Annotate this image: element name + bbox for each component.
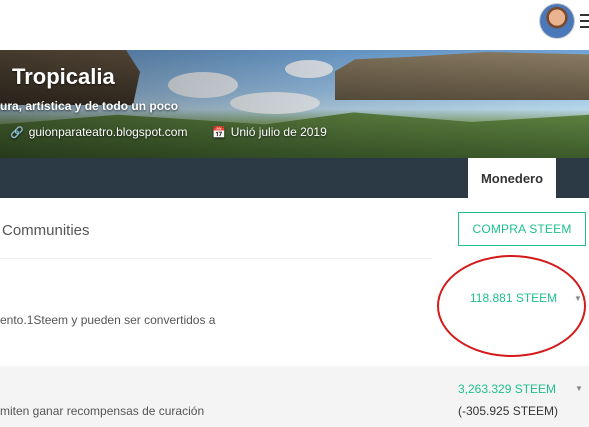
divider: [0, 258, 432, 259]
steem-power-description: miten ganar recompensas de curación: [0, 404, 205, 418]
profile-banner: Tropicalia ura, artística y de todo un p…: [0, 50, 589, 158]
profile-name: Tropicalia: [12, 64, 115, 89]
buy-steem-button[interactable]: COMPRA STEEM: [458, 212, 586, 246]
link-icon: 🔗: [10, 126, 24, 139]
profile-about: ura, artística y de todo un poco: [0, 99, 179, 113]
tab-wallet[interactable]: Monedero: [468, 158, 556, 198]
website-link[interactable]: guionparateatro.blogspot.com: [29, 125, 188, 139]
user-avatar[interactable]: [540, 4, 574, 38]
steem-power-delegated: (-305.925 STEEM): [458, 404, 559, 418]
profile-joined: 📅 Unió julio de 2019: [212, 125, 327, 139]
steem-description: ento.1Steem y pueden ser convertidos a: [0, 313, 216, 327]
red-annotation-circle: [437, 255, 586, 357]
profile-website[interactable]: 🔗 guionparateatro.blogspot.com: [10, 125, 187, 139]
hamburger-icon[interactable]: [580, 14, 589, 28]
joined-date: Unió julio de 2019: [230, 125, 327, 139]
calendar-icon: 📅: [212, 126, 226, 139]
top-bar: [0, 0, 589, 50]
caret-down-icon[interactable]: ▼: [575, 384, 583, 393]
communities-label: Communities: [2, 222, 90, 239]
steem-power-balance[interactable]: 3,263.329 STEEM: [458, 382, 556, 396]
